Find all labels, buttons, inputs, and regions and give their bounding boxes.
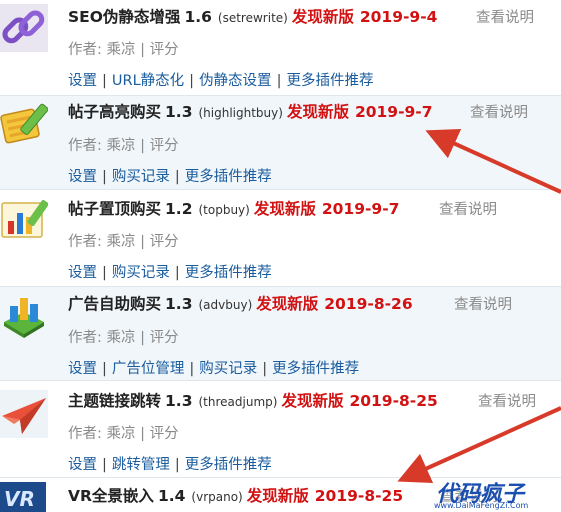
arrow-to-vrpano: [397, 406, 561, 484]
arrow-to-highlightbuy: [425, 129, 561, 194]
watermark-logo: 代码疯子 www.DaiMaFengZi.Com: [418, 474, 561, 512]
annotation-arrows: [397, 129, 561, 484]
watermark-url: www.DaiMaFengZi.Com: [434, 501, 529, 510]
